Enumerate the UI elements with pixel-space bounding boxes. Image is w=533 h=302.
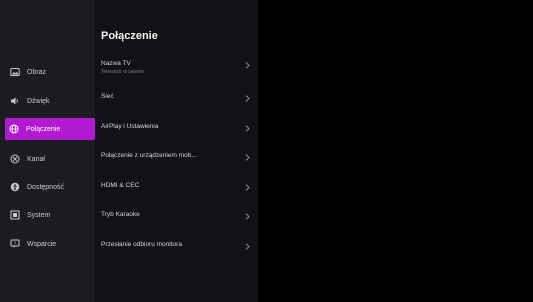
menu-item-label: Nazwa TV <box>101 60 131 67</box>
settings-sidebar: Obraz Dźwięk Połączenie Kanał Dostępność <box>0 0 95 302</box>
sidebar-item-connection[interactable]: Połączenie <box>5 118 95 140</box>
sidebar-item-label: Kanał <box>27 155 45 163</box>
sidebar-item-accessibility[interactable]: Dostępność <box>6 176 92 198</box>
chevron-right-icon <box>244 212 251 221</box>
sidebar-item-label: Dźwięk <box>27 97 50 105</box>
sidebar-item-label: System <box>27 211 51 219</box>
sidebar-item-label: Dostępność <box>27 183 64 191</box>
sidebar-item-system[interactable]: System <box>6 204 92 226</box>
sidebar-item-label: Połączenie <box>26 125 61 133</box>
menu-item-tv-name[interactable]: Nazwa TV Telewizor w salonie <box>101 56 251 76</box>
accessibility-icon <box>8 180 22 194</box>
page-title: Połączenie <box>101 30 158 42</box>
menu-item-label: AirPlay i Ustawienia <box>101 123 159 130</box>
menu-item-monitor-receive[interactable]: Przesłanie odbioru monitora <box>101 237 251 257</box>
speaker-icon <box>8 94 22 108</box>
chevron-right-icon <box>244 242 251 251</box>
system-icon <box>8 208 22 222</box>
menu-item-label: HDMI & CEC <box>101 182 140 189</box>
chevron-right-icon <box>244 153 251 162</box>
sidebar-item-channel[interactable]: Kanał <box>6 148 92 170</box>
sidebar-item-sound[interactable]: Dźwięk <box>6 90 92 112</box>
chevron-right-icon <box>244 61 251 70</box>
sidebar-item-label: Obraz <box>27 68 47 76</box>
menu-item-label: Połączenie z urządzeniem mob... <box>101 152 197 159</box>
chevron-right-icon <box>244 94 251 103</box>
menu-item-label: Przesłanie odbioru monitora <box>101 241 182 248</box>
menu-item-hdmi-cec[interactable]: HDMI & CEC <box>101 178 251 198</box>
chevron-right-icon <box>244 183 251 192</box>
menu-item-mobile-connection[interactable]: Połączenie z urządzeniem mob... <box>101 148 251 168</box>
menu-item-network[interactable]: Sieć <box>101 89 251 109</box>
menu-item-label: Sieć <box>101 93 114 100</box>
channel-icon <box>8 152 22 166</box>
sidebar-item-picture[interactable]: Obraz <box>6 61 92 83</box>
tv-content-area <box>258 0 533 302</box>
image-icon <box>8 65 22 79</box>
support-icon: ? <box>8 237 22 251</box>
sidebar-item-label: Wsparcie <box>27 240 57 248</box>
menu-item-label: Tryb Karaoke <box>101 211 140 218</box>
sidebar-item-support[interactable]: ? Wsparcie <box>6 233 92 255</box>
connection-panel: Połączenie Nazwa TV Telewizor w salonie … <box>95 0 258 302</box>
tv-settings-screen: Obraz Dźwięk Połączenie Kanał Dostępność <box>0 0 533 302</box>
globe-icon <box>7 122 21 136</box>
chevron-right-icon <box>244 124 251 133</box>
menu-item-sublabel: Telewizor w salonie <box>101 69 145 75</box>
menu-item-airplay[interactable]: AirPlay i Ustawienia <box>101 119 251 139</box>
menu-item-karaoke[interactable]: Tryb Karaoke <box>101 207 251 227</box>
